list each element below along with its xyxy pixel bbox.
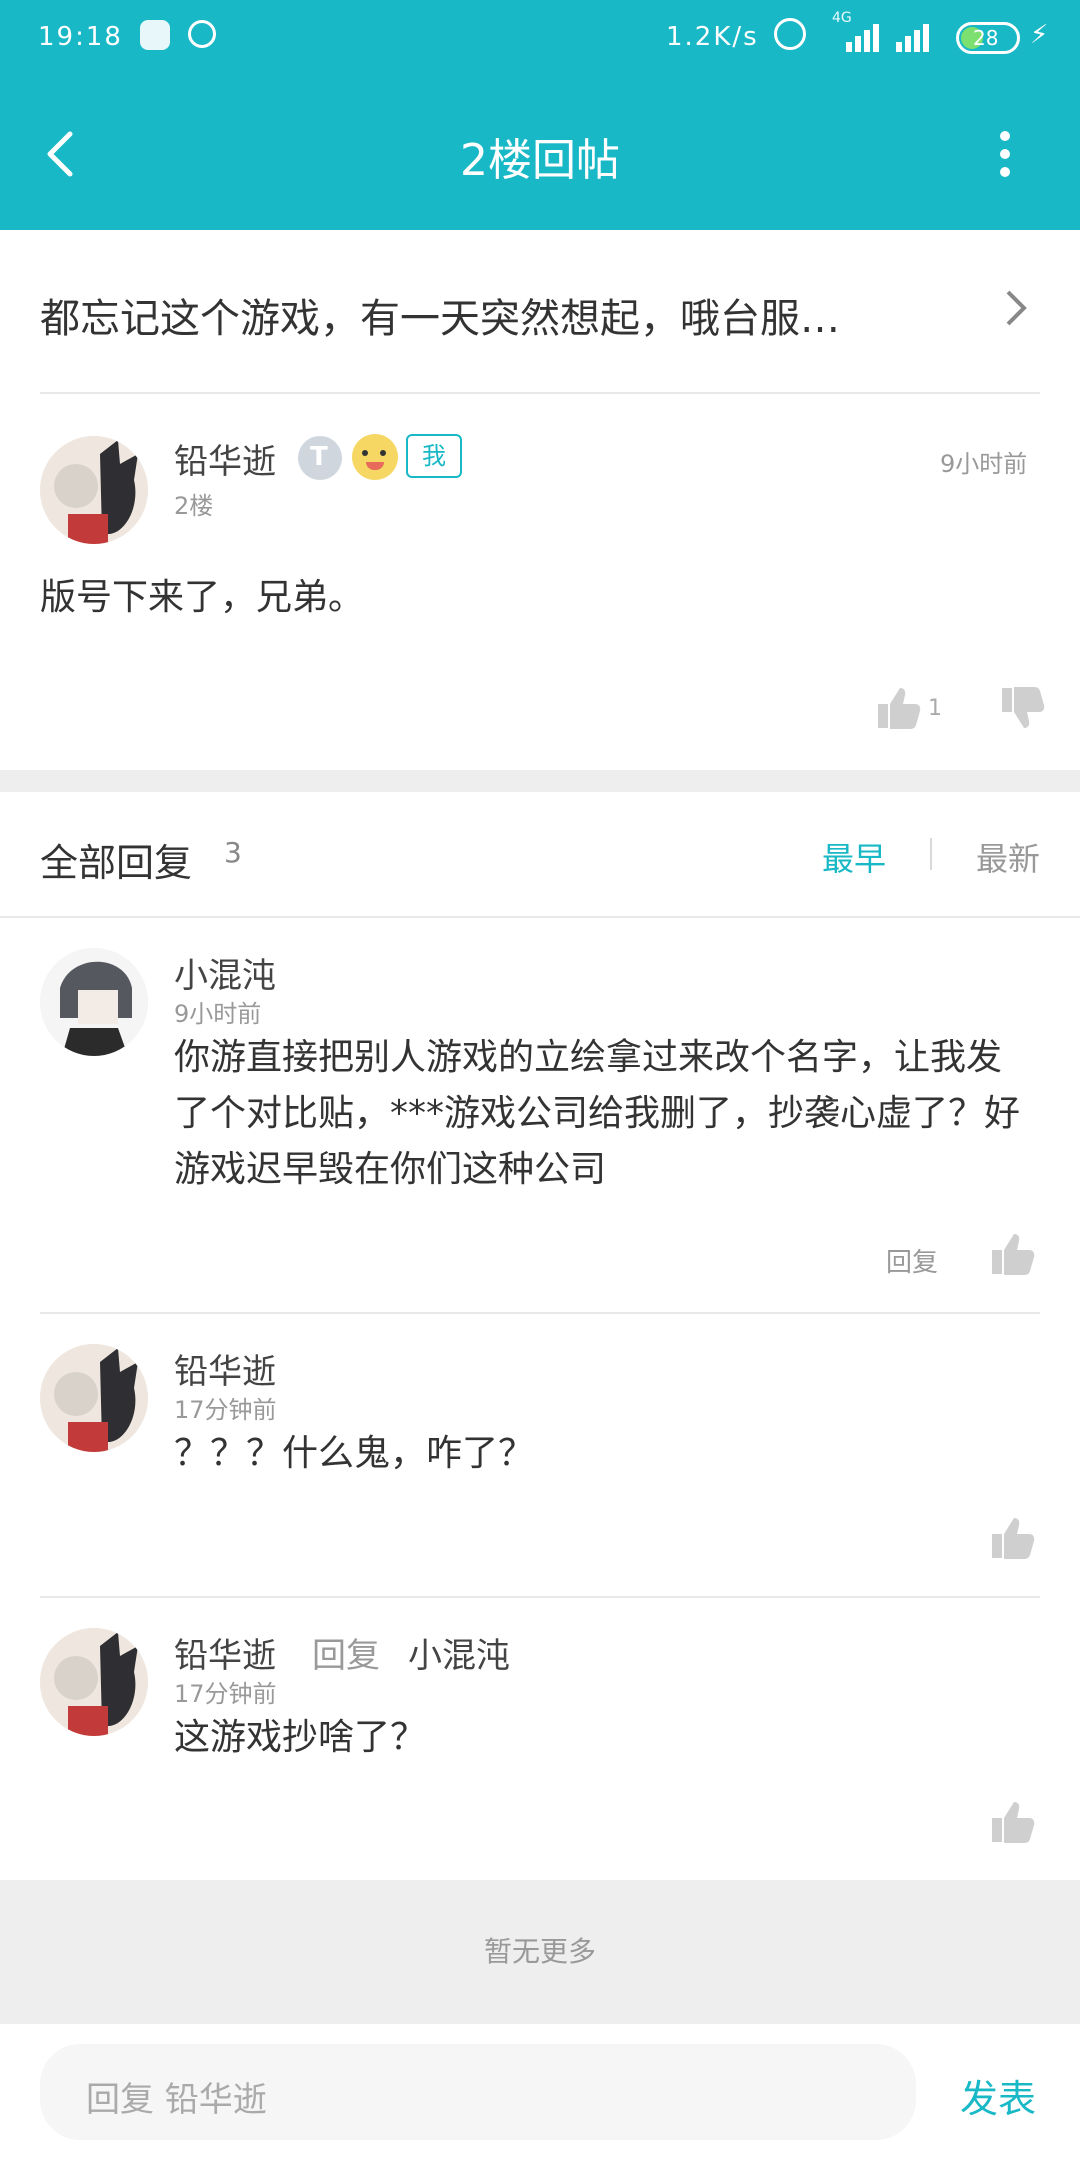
avatar[interactable]	[40, 436, 148, 544]
like-button[interactable]	[990, 1798, 1036, 1844]
charging-icon: ⚡	[1030, 20, 1049, 50]
avatar[interactable]	[40, 948, 148, 1056]
chevron-right-icon	[1006, 290, 1027, 326]
reply-content: 这游戏抄啥了？	[174, 1717, 427, 1758]
avatar[interactable]	[40, 1344, 148, 1452]
reply-author[interactable]: 铅华逝	[174, 1344, 276, 1393]
thumb-up-icon	[992, 1234, 1035, 1275]
post-content: 版号下来了，兄弟。	[40, 577, 365, 618]
send-button[interactable]: 发表	[960, 2068, 1036, 2123]
dislike-button[interactable]	[1000, 686, 1046, 732]
status-time: 19:18	[38, 22, 123, 52]
reply-time: 17分钟前	[174, 1680, 277, 1708]
author-name[interactable]: 铅华逝	[174, 434, 276, 483]
page-title: 2楼回帖	[460, 135, 620, 186]
reply-author[interactable]: 铅华逝	[174, 1628, 276, 1677]
avatar-image	[40, 948, 148, 1056]
replies-header: 全部回复 3 最早 最新	[0, 792, 1080, 916]
no-more-text: 暂无更多	[483, 1935, 596, 1968]
signal-icon	[846, 24, 879, 52]
thumb-up-icon	[992, 1518, 1035, 1559]
avatar-image	[40, 1344, 148, 1452]
thread-title-row[interactable]: 都忘记这个游戏，有一天突然想起，哦台服…	[0, 230, 1080, 392]
reply-content: ？？？什么鬼，咋了？	[174, 1433, 535, 1474]
reply-composer: 回复 铅华逝 发表	[0, 2024, 1080, 2160]
sort-earliest-tab[interactable]: 最早	[822, 834, 886, 880]
reply-button[interactable]: 回复	[886, 1242, 938, 1279]
reply-item: 小混沌 9小时前 你游直接把别人游戏的立绘拿过来改个名字，让我发了个对比贴，**…	[0, 918, 1080, 1312]
emoji-badge-icon	[352, 434, 398, 480]
thread-title: 都忘记这个游戏，有一天突然想起，哦台服…	[40, 296, 840, 342]
like-count: 1	[928, 696, 942, 721]
reply-content: 你游直接把别人游戏的立绘拿过来改个名字，让我发了个对比贴，***游戏公司给我删了…	[174, 1037, 1021, 1190]
reply-time: 17分钟前	[174, 1396, 277, 1424]
reply-item: 铅华逝 17分钟前 ？？？什么鬼，咋了？	[0, 1314, 1080, 1596]
main-post: 铅华逝 T 我 2楼 9小时前 版号下来了，兄弟。 1	[0, 394, 1080, 770]
network-speed: 1.2K/s	[666, 22, 759, 52]
floor-label: 2楼	[174, 492, 214, 520]
me-badge: 我	[406, 434, 462, 478]
status-bar: 19:18 1.2K/s 4G 28 ⚡	[0, 0, 1080, 78]
sort-latest-tab[interactable]: 最新	[976, 834, 1040, 880]
battery-icon: 28	[956, 22, 1020, 54]
avatar-image	[40, 436, 148, 544]
thumb-down-icon	[1002, 687, 1045, 728]
like-button[interactable]	[990, 1230, 1036, 1276]
reply-time: 9小时前	[174, 1000, 262, 1028]
like-button[interactable]: 1	[876, 684, 946, 734]
no-more-section: 暂无更多	[0, 1880, 1080, 2024]
level-badge-icon: T	[298, 436, 342, 480]
thumb-up-icon	[992, 1802, 1035, 1843]
reply-input[interactable]: 回复 铅华逝	[40, 2044, 916, 2140]
signal-icon-2	[896, 24, 929, 52]
more-vertical-icon	[1000, 131, 1010, 177]
replies-count: 3	[224, 836, 242, 869]
avatar-image	[40, 1628, 148, 1736]
thumb-up-icon	[878, 688, 921, 729]
avatar[interactable]	[40, 1628, 148, 1736]
reply-to-user[interactable]: 小混沌	[408, 1628, 510, 1677]
like-button[interactable]	[990, 1514, 1036, 1560]
replies-label: 全部回复	[40, 841, 193, 885]
app-bar: 2楼回帖	[0, 78, 1080, 230]
alarm-icon	[774, 18, 806, 50]
more-menu-button[interactable]	[990, 128, 1020, 180]
post-time: 9小时前	[940, 450, 1028, 478]
app-notification-icon	[140, 20, 170, 50]
reply-author[interactable]: 小混沌	[174, 948, 276, 997]
reply-word: 回复	[312, 1636, 380, 1676]
battery-level: 28	[973, 26, 999, 50]
reply-item: 铅华逝 回复 小混沌 17分钟前 这游戏抄啥了？	[0, 1598, 1080, 1880]
sort-divider	[930, 838, 932, 870]
section-gap	[0, 770, 1080, 792]
sync-icon	[188, 20, 216, 48]
reply-input-placeholder: 回复 铅华逝	[86, 2080, 267, 2120]
